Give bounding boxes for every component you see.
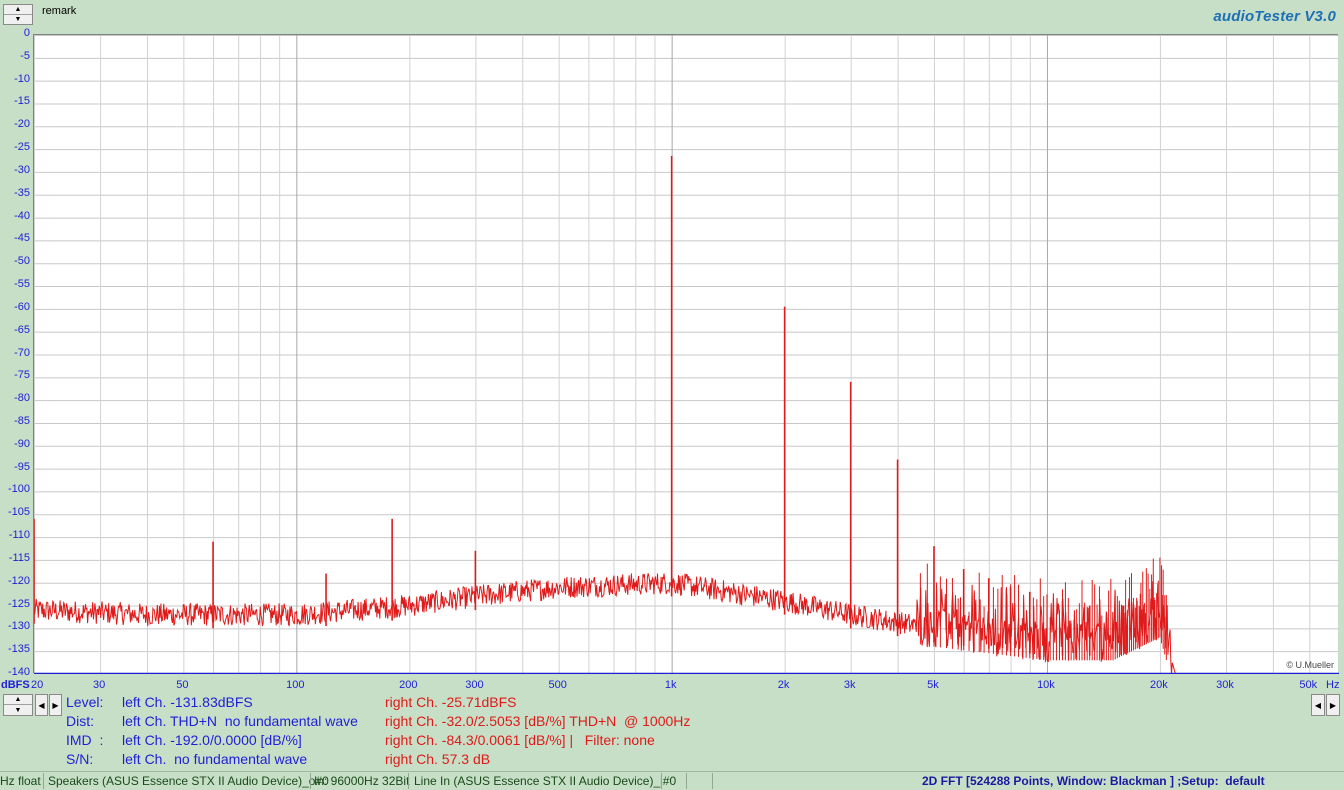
- y-tick-label: -40: [14, 209, 30, 222]
- y-tick-label: -120: [7, 574, 30, 587]
- pan-left-button[interactable]: ◀: [1311, 694, 1325, 716]
- fft-chart: [34, 35, 1339, 674]
- x-tick-label: 2k: [777, 679, 790, 691]
- x-axis-unit: Hz: [1326, 679, 1340, 691]
- y-tick-label: -110: [8, 529, 30, 542]
- y-tick-label: -70: [14, 346, 30, 359]
- info-imd-label: IMD :: [66, 732, 104, 748]
- info-imd-right: right Ch. -84.3/0.0061 [dB/%] | Filter: …: [385, 732, 655, 748]
- x-tick-label: 5k: [927, 679, 939, 691]
- status-fft-info: 2D FFT [524288 Points, Window: Blackman …: [922, 774, 1265, 788]
- y-tick-label: -55: [14, 278, 30, 291]
- x-tick-label: 100: [286, 679, 305, 691]
- y-tick-label: -5: [20, 49, 30, 62]
- copyright-label: © U.Mueller: [1286, 660, 1334, 670]
- info-dist-label: Dist:: [66, 713, 94, 729]
- y-tick-label: -20: [14, 118, 30, 131]
- y-tick-label: -50: [14, 255, 30, 268]
- y-tick-label: -30: [14, 163, 30, 176]
- status-bar: Hz float Speakers (ASUS Essence STX II A…: [0, 771, 1344, 790]
- y-tick-label: -80: [14, 392, 30, 405]
- y-tick-label: -130: [7, 620, 30, 633]
- remark-label: remark: [42, 5, 77, 17]
- info-level-right: right Ch. -25.71dBFS: [385, 694, 517, 710]
- x-tick-label: 20: [31, 679, 44, 691]
- y-tick-label: -140: [7, 666, 30, 678]
- status-format: Hz float: [0, 774, 41, 788]
- x-tick-label: 10k: [1037, 679, 1055, 691]
- x-tick-label: 1k: [664, 679, 677, 691]
- info-dist-left: left Ch. THD+N no fundamental wave: [122, 713, 358, 729]
- y-tick-label: -115: [8, 551, 30, 564]
- x-tick-label: 300: [465, 679, 484, 691]
- y-tick-label: -100: [7, 483, 30, 496]
- y-tick-label: -10: [14, 72, 30, 85]
- remark-spin-control[interactable]: ▲ ▼: [3, 4, 33, 25]
- y-tick-label: -60: [14, 300, 30, 313]
- info-sn-right: right Ch. 57.3 dB: [385, 751, 491, 767]
- y-tick-label: -125: [7, 597, 30, 610]
- y-tick-label: -95: [14, 460, 30, 473]
- info-spin-control[interactable]: ▲ ▼: [3, 694, 33, 716]
- info-sn-left: left Ch. no fundamental wave: [122, 751, 308, 767]
- y-axis-unit: dBFS: [1, 679, 30, 691]
- y-tick-label: -65: [14, 323, 30, 336]
- info-imd-left: left Ch. -192.0/0.0000 [dB/%]: [122, 732, 302, 748]
- spin-down-icon[interactable]: ▼: [4, 705, 32, 715]
- status-output-device: Speakers (ASUS Essence STX II Audio Devi…: [48, 774, 329, 788]
- info-sn-label: S/N:: [66, 751, 94, 767]
- scroll-right-button[interactable]: ▶: [49, 694, 62, 716]
- y-tick-label: -45: [14, 232, 30, 245]
- x-tick-label: 3k: [843, 679, 856, 691]
- spin-down-icon[interactable]: ▼: [4, 15, 32, 25]
- pan-right-button[interactable]: ▶: [1326, 694, 1340, 716]
- spin-up-icon[interactable]: ▲: [4, 5, 32, 15]
- info-dist-right: right Ch. -32.0/2.5053 [dB/%] THD+N @ 10…: [385, 713, 691, 729]
- y-tick-label: -135: [7, 643, 30, 656]
- y-tick-label: -15: [14, 95, 30, 108]
- x-tick-label: 30k: [1216, 679, 1234, 691]
- x-tick-label: 200: [399, 679, 418, 691]
- x-tick-label: 500: [548, 679, 567, 691]
- y-tick-label: -105: [7, 506, 30, 519]
- scroll-left-button[interactable]: ◀: [35, 694, 48, 716]
- spin-up-icon[interactable]: ▲: [4, 695, 32, 705]
- plot-area: © U.Mueller: [33, 34, 1339, 674]
- status-input-format: In: 96000Hz 32Bit: [314, 774, 410, 788]
- info-level-left: left Ch. -131.83dBFS: [122, 694, 253, 710]
- y-tick-label: -90: [14, 437, 30, 450]
- app-brand: audioTester V3.0: [1213, 8, 1336, 25]
- y-tick-label: -85: [14, 414, 30, 427]
- x-tick-label: 50: [176, 679, 189, 691]
- x-tick-label: 50k: [1299, 679, 1318, 691]
- x-tick-label: 30: [92, 679, 106, 691]
- status-input-device: Line In (ASUS Essence STX II Audio Devic…: [414, 774, 677, 788]
- y-tick-label: -25: [14, 141, 30, 154]
- y-tick-label: -35: [14, 186, 30, 199]
- y-tick-label: -75: [14, 369, 30, 382]
- y-tick-label: 0: [23, 27, 30, 39]
- info-level-label: Level:: [66, 694, 104, 710]
- x-tick-label: 20k: [1150, 679, 1168, 691]
